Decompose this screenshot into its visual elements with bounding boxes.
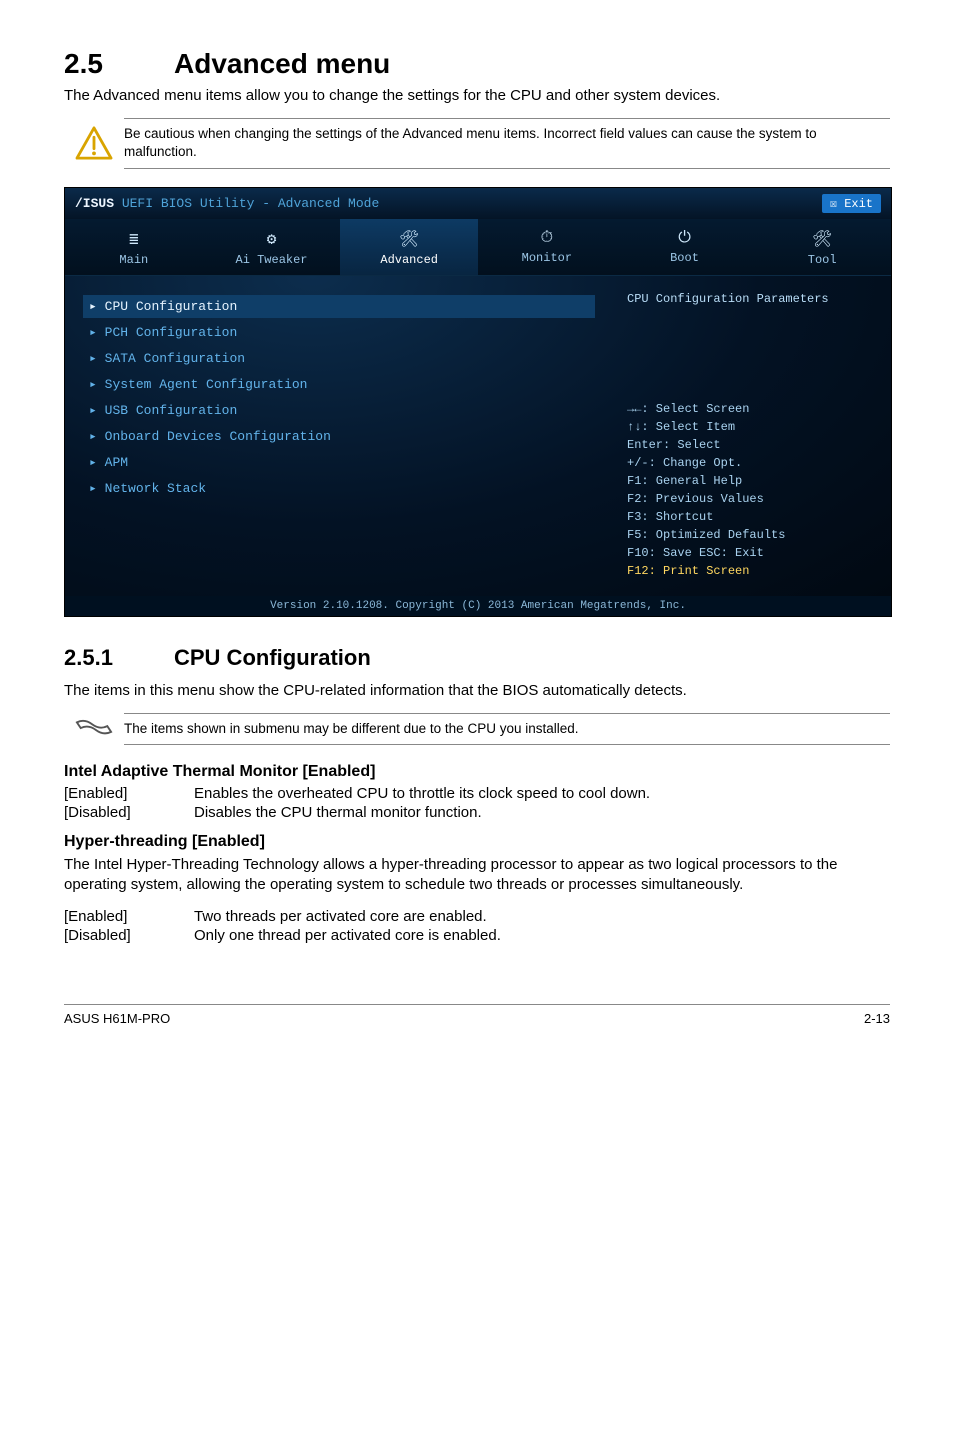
- bios-tab-label: Main: [119, 253, 148, 267]
- warning-callout: Be cautious when changing the settings o…: [64, 118, 890, 168]
- bios-tab-tool[interactable]: 🛠 Tool: [753, 219, 891, 275]
- power-icon: ⏻: [620, 229, 750, 247]
- bios-tab-boot[interactable]: ⏻ Boot: [616, 219, 754, 275]
- bios-tab-advanced[interactable]: 🛠 Advanced: [340, 219, 478, 275]
- tools-icon: 🛠: [344, 229, 474, 249]
- section-heading: 2.5Advanced menu: [64, 48, 890, 80]
- subsection-intro: The items in this menu show the CPU-rela…: [64, 681, 890, 701]
- footer-right: 2-13: [864, 1011, 890, 1026]
- footer-left: ASUS H61M-PRO: [64, 1011, 170, 1026]
- param-heading: Hyper-threading [Enabled]: [64, 833, 890, 851]
- bios-tab-label: Monitor: [522, 251, 572, 265]
- bios-menu-item[interactable]: ▸ APM: [83, 451, 595, 474]
- bios-tab-label: Ai Tweaker: [236, 253, 308, 267]
- param-intro: The Intel Hyper-Threading Technology all…: [64, 855, 890, 896]
- bios-tab-main[interactable]: ≣ Main: [65, 219, 203, 275]
- bios-tab-monitor[interactable]: ⏱ Monitor: [478, 219, 616, 275]
- section-number: 2.5: [64, 48, 174, 80]
- bios-help-keys: →←: Select Screen ↑↓: Select Item Enter:…: [627, 400, 877, 580]
- section-intro: The Advanced menu items allow you to cha…: [64, 86, 890, 106]
- param-row: [Disabled] Disables the CPU thermal moni…: [64, 804, 890, 821]
- param-value: Enables the overheated CPU to throttle i…: [194, 785, 890, 802]
- bios-menu-item[interactable]: ▸ SATA Configuration: [83, 347, 595, 370]
- bios-footer: Version 2.10.1208. Copyright (C) 2013 Am…: [65, 596, 891, 616]
- bios-menu-item[interactable]: ▸ CPU Configuration: [83, 295, 595, 318]
- param-value: Only one thread per activated core is en…: [194, 927, 890, 944]
- bios-title-rest: UEFI BIOS Utility - Advanced Mode: [114, 196, 379, 211]
- param-key: [Disabled]: [64, 804, 194, 821]
- param-row: [Disabled] Only one thread per activated…: [64, 927, 890, 944]
- list-icon: ≣: [69, 229, 199, 249]
- bios-tab-label: Advanced: [380, 253, 438, 267]
- bios-brand: /ISUS: [75, 196, 114, 211]
- param-key: [Enabled]: [64, 908, 194, 925]
- bios-screenshot: /ISUS UEFI BIOS Utility - Advanced Mode …: [64, 187, 892, 617]
- bios-left-panel: ▸ CPU Configuration ▸ PCH Configuration …: [65, 276, 613, 596]
- gear-icon: ⚙: [207, 229, 337, 249]
- param-row: [Enabled] Two threads per activated core…: [64, 908, 890, 925]
- bios-tab-ai-tweaker[interactable]: ⚙ Ai Tweaker: [203, 219, 341, 275]
- bios-tab-label: Boot: [670, 251, 699, 265]
- warning-icon: [75, 126, 113, 160]
- param-value: Disables the CPU thermal monitor functio…: [194, 804, 890, 821]
- bios-menu-item[interactable]: ▸ System Agent Configuration: [83, 373, 595, 396]
- bios-title-text: /ISUS UEFI BIOS Utility - Advanced Mode: [75, 196, 379, 211]
- note-text: The items shown in submenu may be differ…: [124, 713, 890, 745]
- subsection-heading: 2.5.1CPU Configuration: [64, 645, 890, 671]
- bios-exit-button[interactable]: ☒ Exit: [822, 194, 881, 213]
- subsection-number: 2.5.1: [64, 645, 174, 671]
- note-icon: [75, 718, 113, 740]
- bios-tabs: ≣ Main ⚙ Ai Tweaker 🛠 Advanced ⏱ Monitor…: [65, 219, 891, 276]
- page-footer: ASUS H61M-PRO 2-13: [64, 1004, 890, 1026]
- subsection-title: CPU Configuration: [174, 645, 371, 670]
- bios-menu-item[interactable]: ▸ USB Configuration: [83, 399, 595, 422]
- param-key: [Disabled]: [64, 927, 194, 944]
- bios-right-title: CPU Configuration Parameters: [627, 292, 877, 306]
- param-row: [Enabled] Enables the overheated CPU to …: [64, 785, 890, 802]
- warning-text: Be cautious when changing the settings o…: [124, 118, 890, 168]
- bios-right-panel: CPU Configuration Parameters →←: Select …: [613, 276, 891, 596]
- bios-menu-item[interactable]: ▸ PCH Configuration: [83, 321, 595, 344]
- wrench-icon: 🛠: [757, 229, 887, 249]
- note-callout: The items shown in submenu may be differ…: [64, 713, 890, 745]
- bios-menu-item[interactable]: ▸ Onboard Devices Configuration: [83, 425, 595, 448]
- param-key: [Enabled]: [64, 785, 194, 802]
- bios-menu-item[interactable]: ▸ Network Stack: [83, 477, 595, 500]
- param-value: Two threads per activated core are enabl…: [194, 908, 890, 925]
- bios-title-bar: /ISUS UEFI BIOS Utility - Advanced Mode …: [65, 188, 891, 219]
- gauge-icon: ⏱: [482, 229, 612, 247]
- param-heading: Intel Adaptive Thermal Monitor [Enabled]: [64, 763, 890, 781]
- bios-tab-label: Tool: [808, 253, 837, 267]
- section-title: Advanced menu: [174, 48, 390, 79]
